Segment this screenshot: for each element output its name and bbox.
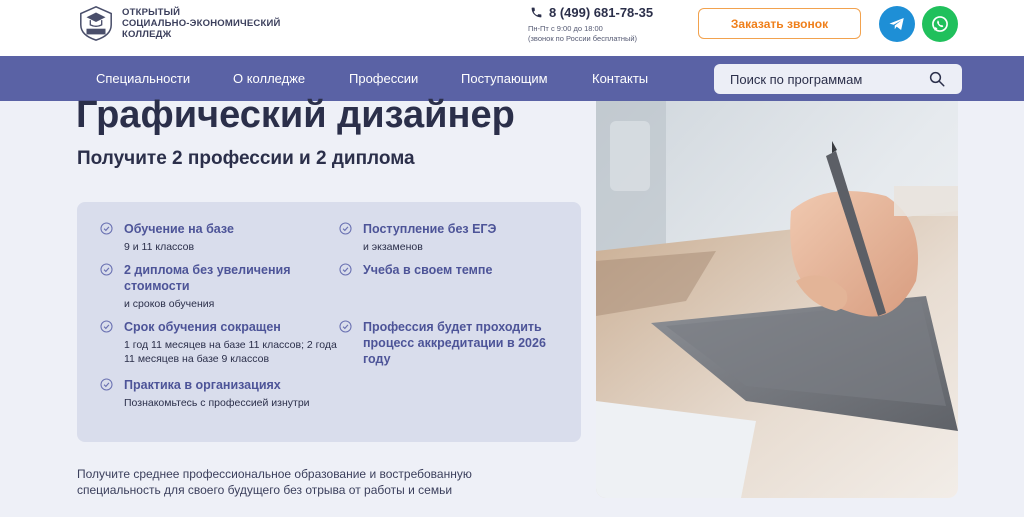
whatsapp-icon [932, 16, 948, 32]
order-call-button[interactable]: Заказать звонок [698, 8, 861, 39]
check-circle-icon [339, 263, 352, 276]
feature-item: Обучение на базе 9 и 11 классов [100, 221, 320, 254]
check-circle-icon [100, 378, 113, 391]
whatsapp-button[interactable] [922, 6, 958, 42]
phone-hours: Пн-Пт с 9:00 до 18:00 [528, 24, 603, 33]
check-circle-icon [100, 320, 113, 333]
phone-note: (звонок по России бесплатный) [528, 34, 638, 43]
telegram-icon [889, 18, 904, 30]
logo-line-1: ОТКРЫТЫЙ [122, 7, 181, 18]
nav-item-contacts[interactable]: Контакты [592, 56, 648, 101]
top-header: ОТКРЫТЫЙ СОЦИАЛЬНО-ЭКОНОМИЧЕСКИЙ КОЛЛЕДЖ… [0, 0, 1024, 56]
feature-description: Познакомьтесь с профессией изнутри [124, 397, 310, 409]
feature-item: Учеба в своем темпе [339, 262, 559, 278]
check-circle-icon [339, 320, 352, 333]
logo-line-2: СОЦИАЛЬНО-ЭКОНОМИЧЕСКИЙ [122, 18, 281, 29]
feature-item: 2 диплома без увеличения стоимости и сро… [100, 262, 310, 311]
college-name[interactable]: ОТКРЫТЫЙ СОЦИАЛЬНО-ЭКОНОМИЧЕСКИЙ КОЛЛЕДЖ [122, 7, 281, 40]
phone-icon [531, 7, 542, 18]
college-logo-icon[interactable] [77, 4, 115, 42]
page-subtitle: Получите 2 профессии и 2 диплома [77, 148, 415, 169]
phone-block: 8 (499) 681-78-35 Пн-Пт с 9:00 до 18:00 … [528, 5, 653, 44]
designer-tablet-photo [596, 101, 958, 498]
feature-title: Учеба в своем темпе [363, 263, 493, 277]
feature-item: Срок обучения сокращен 1 год 11 месяцев … [100, 319, 340, 366]
feature-item: Практика в организациях Познакомьтесь с … [100, 377, 310, 410]
feature-description: и сроков обучения [124, 298, 215, 310]
feature-description: и экзаменов [363, 241, 423, 253]
phone-number[interactable]: 8 (499) 681-78-35 [549, 5, 653, 20]
intro-text: Получите среднее профессиональное образо… [77, 467, 472, 497]
check-circle-icon [100, 263, 113, 276]
program-search[interactable]: Поиск по программам [714, 64, 962, 94]
check-circle-icon [339, 222, 352, 235]
check-circle-icon [100, 222, 113, 235]
feature-title: Поступление без ЕГЭ [363, 222, 497, 236]
telegram-button[interactable] [879, 6, 915, 42]
feature-description: 9 и 11 классов [124, 241, 195, 253]
feature-item: Профессия будет проходить процесс аккред… [339, 319, 554, 367]
feature-title: Практика в организациях [124, 378, 281, 392]
feature-item: Поступление без ЕГЭ и экзаменов [339, 221, 559, 254]
search-label: Поиск по программам [730, 71, 863, 87]
feature-title: Обучение на базе [124, 222, 234, 236]
feature-title: Профессия будет проходить процесс аккред… [363, 320, 546, 366]
search-icon[interactable] [928, 70, 946, 88]
feature-title: 2 диплома без увеличения стоимости [124, 263, 291, 293]
feature-description: 1 год 11 месяцев на базе 11 классов; 2 г… [124, 339, 337, 365]
feature-title: Срок обучения сокращен [124, 320, 281, 334]
logo-line-3: КОЛЛЕДЖ [122, 29, 172, 40]
page-title: Графический дизайнер [76, 94, 515, 136]
features-panel: Обучение на базе 9 и 11 классов 2 диплом… [77, 202, 581, 442]
